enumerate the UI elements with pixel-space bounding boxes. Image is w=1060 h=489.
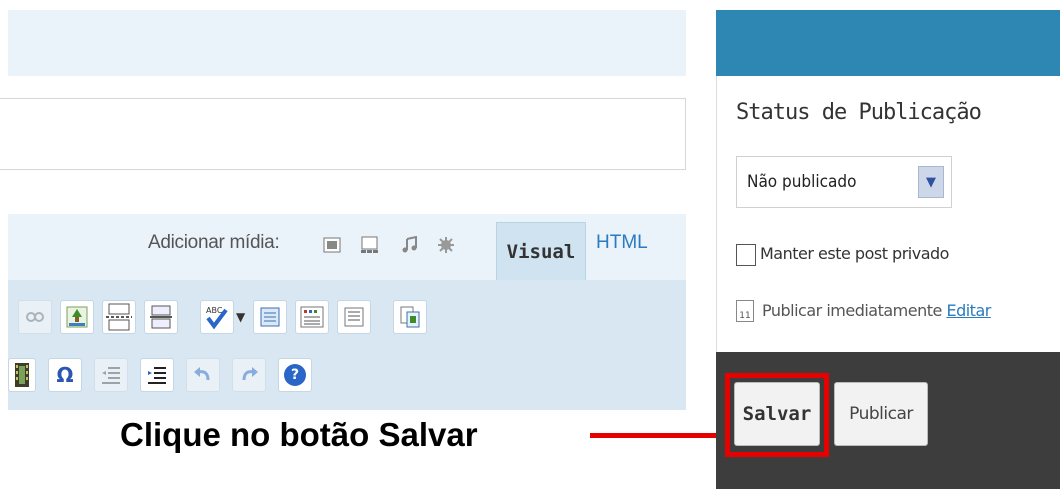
- svg-text:ABC: ABC: [206, 306, 223, 315]
- add-media-label: Adicionar mídia:: [148, 232, 280, 253]
- editor-top-band: [8, 10, 686, 76]
- special-char-icon[interactable]: Ω: [48, 358, 82, 392]
- image-icon[interactable]: [322, 235, 342, 255]
- calendar-icon: 11: [736, 300, 754, 322]
- align-icon[interactable]: [337, 300, 372, 334]
- private-post-label: Manter este post privado: [760, 244, 949, 263]
- toolbar-row-1: ABC ▼: [18, 293, 428, 341]
- publish-status-title: Status de Publicação: [736, 100, 982, 125]
- publish-immediately-label: Publicar imediatamente: [762, 301, 942, 320]
- instruction-annotation: Clique no botão Salvar: [120, 416, 478, 453]
- help-icon[interactable]: ?: [278, 358, 312, 392]
- kitchen-sink-icon[interactable]: [295, 300, 330, 334]
- publish-panel-header: [716, 10, 1060, 76]
- music-icon[interactable]: [400, 235, 420, 255]
- post-title-input[interactable]: [0, 98, 686, 170]
- private-post-checkbox[interactable]: [736, 244, 756, 266]
- undo-icon[interactable]: [186, 358, 220, 392]
- fullscreen-icon[interactable]: [253, 300, 288, 334]
- tab-visual[interactable]: Visual: [496, 222, 586, 280]
- more-tag-icon[interactable]: [102, 300, 136, 334]
- page-break-icon[interactable]: [144, 300, 178, 334]
- spellcheck-icon[interactable]: ABC: [200, 300, 234, 334]
- indent-icon[interactable]: [140, 358, 174, 392]
- unlink-icon[interactable]: [18, 300, 52, 334]
- spellcheck-dropdown-icon[interactable]: ▼: [236, 310, 245, 324]
- media-icon[interactable]: [8, 358, 36, 392]
- chevron-down-icon[interactable]: ▼: [918, 166, 944, 198]
- help-glyph: ?: [284, 364, 306, 386]
- tab-html[interactable]: HTML: [596, 232, 648, 254]
- paste-word-icon[interactable]: [393, 300, 428, 334]
- outdent-icon[interactable]: [94, 358, 128, 392]
- omega-glyph: Ω: [56, 363, 74, 387]
- status-select-value: Não publicado: [747, 172, 857, 192]
- edit-schedule-link[interactable]: Editar: [946, 301, 991, 320]
- publish-schedule-text: Publicar imediatamente Editar: [762, 301, 991, 320]
- save-button-highlight: [725, 373, 829, 457]
- toolbar-row-2: Ω ?: [8, 354, 312, 396]
- other-media-icon[interactable]: [436, 235, 456, 255]
- calendar-day: 11: [739, 311, 751, 321]
- redo-icon[interactable]: [232, 358, 266, 392]
- annotation-arrow-line: [590, 433, 730, 438]
- insert-image-icon[interactable]: [60, 300, 94, 334]
- gallery-icon[interactable]: [360, 235, 380, 255]
- publish-button[interactable]: Publicar: [834, 382, 928, 446]
